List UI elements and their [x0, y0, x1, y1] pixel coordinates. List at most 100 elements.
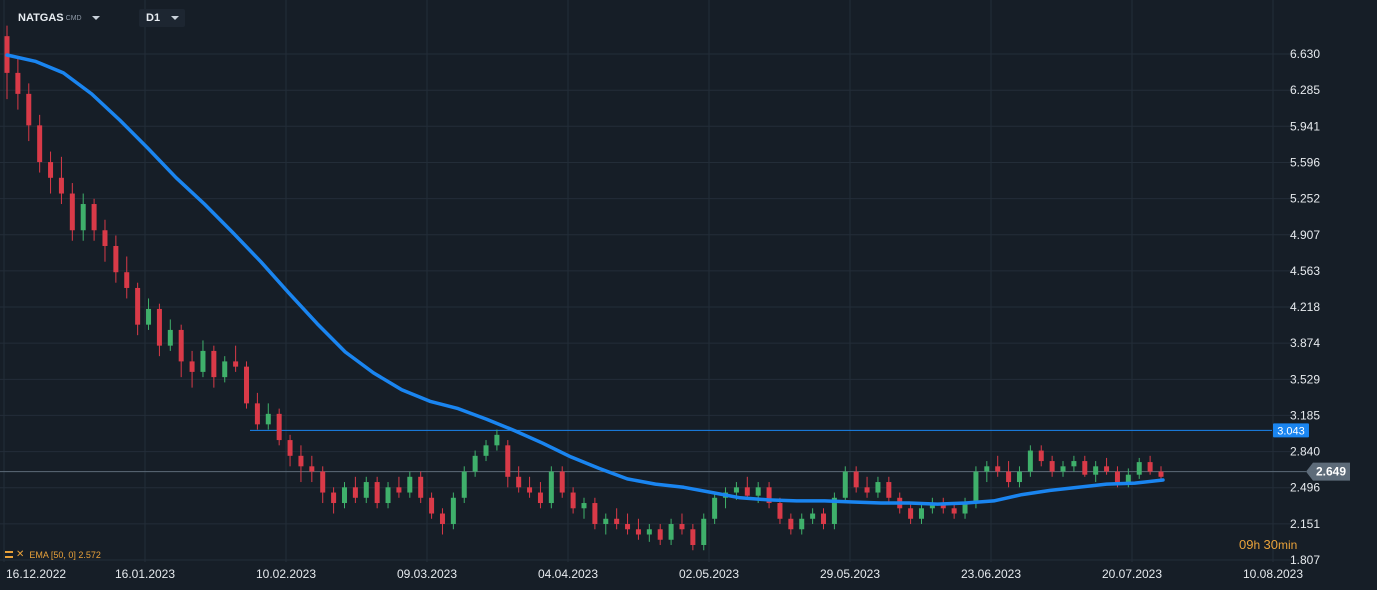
countdown-hours-unit: h: [1253, 538, 1264, 552]
candle-body: [1049, 461, 1055, 472]
y-tick-label: 4.218: [1290, 300, 1320, 314]
countdown-minutes-unit: min: [1277, 538, 1298, 552]
candle-body: [254, 403, 260, 425]
candle-body: [211, 350, 217, 378]
candle-body: [1071, 461, 1077, 467]
close-icon[interactable]: ✕: [16, 549, 24, 560]
y-tick-label: 6.630: [1290, 47, 1320, 61]
candle-body: [1104, 466, 1110, 472]
candle-body: [91, 204, 97, 231]
x-tick-label: 20.07.2023: [1102, 567, 1162, 581]
candle-body: [1158, 471, 1164, 477]
candle-body: [625, 524, 631, 530]
timeframe-selector[interactable]: D1: [139, 9, 185, 27]
candle-body: [276, 413, 282, 441]
x-tick-label: 16.01.2023: [115, 567, 175, 581]
symbol-selector[interactable]: NATGAS CMD: [18, 9, 100, 27]
candle-body: [1016, 471, 1022, 483]
symbol-name: NATGAS: [18, 12, 64, 24]
candle-body: [167, 329, 173, 346]
candle-body: [559, 471, 565, 493]
candle-body: [483, 445, 489, 456]
x-tick-label: 16.12.2022: [6, 567, 66, 581]
candle: [831, 492, 837, 530]
candle-body: [995, 466, 1001, 472]
candle-body: [668, 524, 674, 540]
candle-body: [1082, 461, 1088, 475]
candle-body: [265, 413, 271, 425]
candle-body: [1147, 462, 1153, 472]
x-tick-label: 10.02.2023: [256, 567, 316, 581]
countdown-hours: 09: [1239, 537, 1254, 552]
candle-body: [287, 440, 293, 456]
candle-body: [516, 476, 522, 488]
candle-body: [614, 518, 620, 525]
candle-body: [1027, 450, 1033, 472]
candle-body: [429, 497, 435, 514]
y-tick-label: 2.840: [1290, 445, 1320, 459]
candle-body: [418, 476, 424, 498]
candle-body: [712, 497, 718, 519]
candle-body: [505, 445, 511, 477]
candle-body: [58, 177, 64, 194]
candle-body: [537, 492, 543, 504]
candle-body: [548, 471, 554, 504]
candle-body: [1038, 450, 1044, 462]
candle-body: [570, 492, 576, 509]
candle-body: [222, 361, 228, 378]
candle-body: [244, 366, 250, 404]
candle-body: [15, 72, 21, 94]
candle: [701, 513, 707, 551]
candle-body: [156, 308, 162, 346]
candle-countdown: 09h 30min: [1239, 537, 1297, 552]
ema-legend[interactable]: ✕ EMA [50, 0] 2.572: [5, 549, 101, 560]
candle-body: [527, 487, 533, 493]
level-tag-label: 3.043: [1277, 425, 1305, 437]
level-tag[interactable]: 3.043: [1273, 423, 1309, 438]
symbol-type: CMD: [65, 14, 82, 22]
candle-body: [69, 193, 75, 231]
candle-body: [102, 230, 108, 246]
candle-body: [352, 487, 358, 498]
candle-body: [113, 245, 119, 273]
candle: [461, 466, 467, 504]
candle: [244, 361, 250, 409]
y-tick-label: 1.807: [1290, 553, 1320, 567]
x-tick-label: 10.08.2023: [1243, 567, 1303, 581]
candle-body: [918, 508, 924, 519]
price-chart[interactable]: 6.630 6.285 5.941 5.596 5.252 4.907 4.563 4.218…: [0, 0, 1377, 590]
chart-background: [0, 0, 1377, 590]
ema-legend-label: EMA [50, 0] 2.572: [29, 549, 101, 560]
candle-body: [178, 329, 184, 362]
candle-body: [821, 513, 827, 525]
chevron-down-icon: [91, 16, 100, 20]
candle-body: [494, 434, 500, 446]
candle-body: [26, 93, 32, 126]
candle-body: [135, 287, 141, 325]
x-tick-label: 04.04.2023: [538, 567, 598, 581]
candle-body: [407, 476, 413, 493]
candle-body: [842, 471, 848, 498]
candle-body: [886, 482, 892, 498]
settings-icon[interactable]: [5, 551, 13, 558]
y-tick-label: 4.563: [1290, 264, 1320, 278]
x-tick-label: 29.05.2023: [820, 567, 880, 581]
candle-body: [396, 487, 402, 493]
last-price-tag: 2.649: [1306, 462, 1350, 481]
candle-body: [298, 455, 304, 467]
y-axis: 6.630 6.285 5.941 5.596 5.252 4.907 4.563 4.218…: [1290, 47, 1320, 567]
candle-body: [875, 482, 881, 493]
candle-body: [864, 487, 870, 493]
x-tick-label: 02.05.2023: [679, 567, 739, 581]
candle-body: [331, 492, 337, 504]
candle-body: [799, 518, 805, 530]
candle-body: [635, 529, 641, 535]
candle-body: [951, 508, 957, 514]
candle-body: [48, 162, 54, 178]
candle-body: [385, 487, 391, 504]
candle-body: [853, 471, 859, 488]
candle-body: [461, 471, 467, 498]
candle-body: [146, 308, 152, 325]
candle-body: [200, 350, 206, 372]
candle-body: [363, 482, 369, 498]
